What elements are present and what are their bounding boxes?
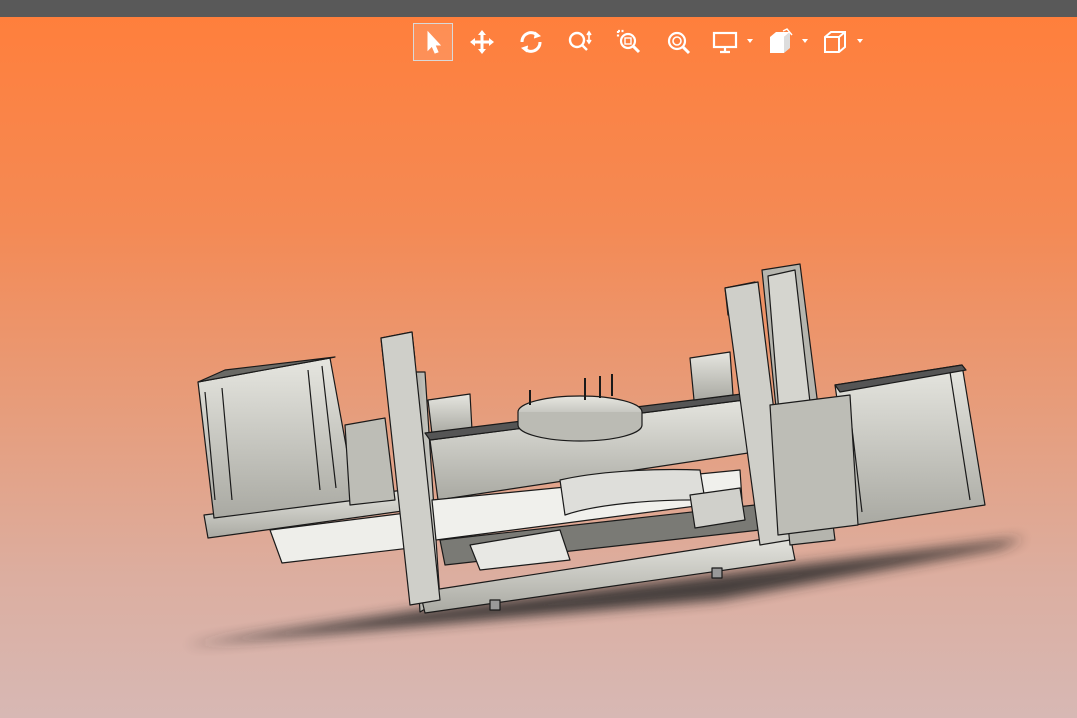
zoom-button[interactable]	[560, 23, 600, 61]
chevron-down-icon	[747, 39, 753, 43]
section-view-dropdown[interactable]	[762, 23, 808, 61]
zoom-fit-icon	[667, 31, 691, 55]
monitor-icon	[712, 31, 738, 54]
cursor-arrow-icon	[427, 30, 442, 54]
cad-application	[0, 0, 1077, 718]
move-arrows-icon	[470, 30, 494, 54]
title-bar	[0, 0, 1077, 17]
3d-viewport[interactable]	[0, 17, 1077, 718]
display-mode-dropdown[interactable]	[707, 23, 753, 61]
rotate-icon	[520, 31, 542, 53]
zoom-window-icon	[616, 29, 641, 54]
cube-icon	[824, 31, 846, 53]
chevron-down-icon	[802, 39, 808, 43]
view-orientation-dropdown[interactable]	[817, 23, 863, 61]
select-button[interactable]	[413, 23, 453, 61]
view-toolbar	[413, 22, 872, 62]
zoom-icon	[568, 30, 592, 51]
rotate-button[interactable]	[511, 23, 551, 61]
zoom-window-button[interactable]	[609, 23, 649, 61]
chevron-down-icon	[857, 39, 863, 43]
zoom-fit-button[interactable]	[658, 23, 698, 61]
section-view-icon	[770, 28, 793, 53]
pan-button[interactable]	[462, 23, 502, 61]
